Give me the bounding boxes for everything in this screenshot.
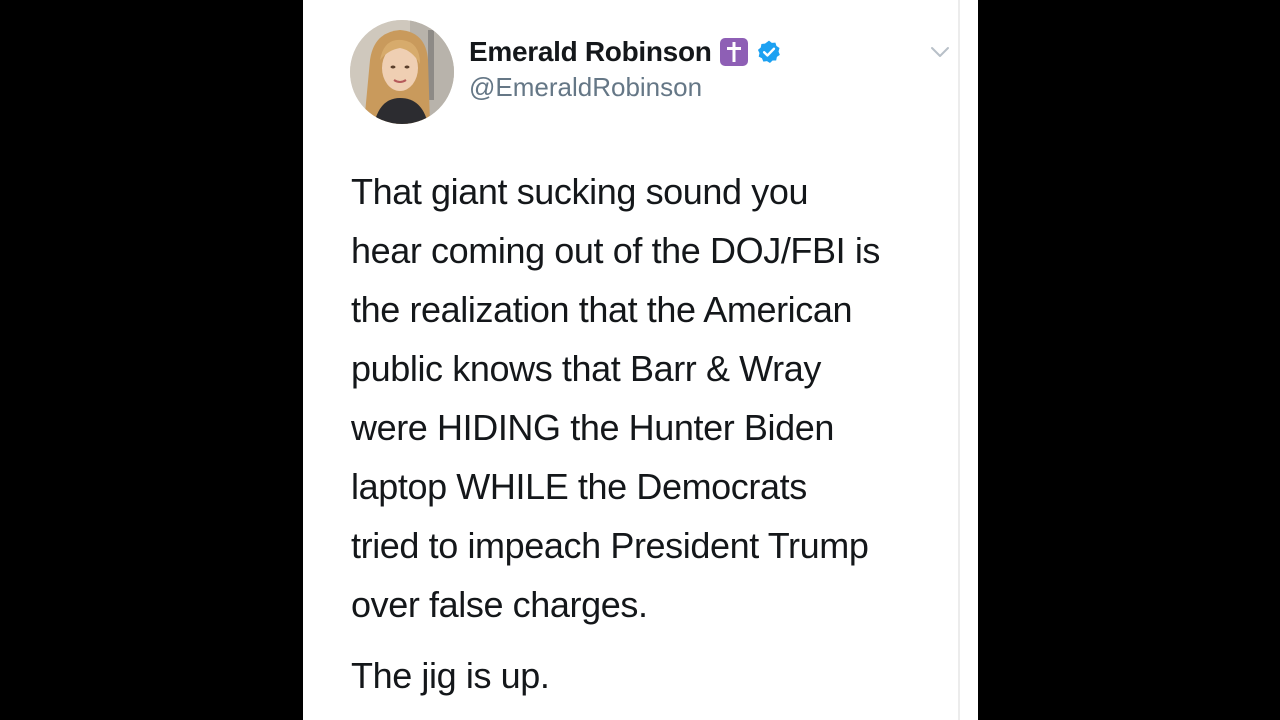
tweet-body-line: the realization that the American [351, 289, 853, 330]
tweet-body-line: hear coming out of the DOJ/FBI is [351, 230, 881, 271]
author-handle[interactable]: @EmeraldRobinson [469, 72, 702, 103]
video-frame: Emerald Robinson @EmeraldRobinson That g… [0, 0, 1280, 720]
tweet-body-line: tried to impeach President Trump [351, 525, 869, 566]
avatar-photo [350, 20, 454, 124]
display-name[interactable]: Emerald Robinson [469, 36, 712, 68]
tweet-body-line: laptop WHILE the Democrats [351, 466, 807, 507]
author-row: Emerald Robinson [469, 34, 782, 70]
tweet-body-line: public knows that Barr & Wray [351, 348, 821, 389]
latin-cross-icon [719, 38, 748, 66]
card-divider [958, 0, 960, 720]
verified-badge-icon [756, 39, 782, 65]
tweet-closing-line: The jig is up. [351, 655, 550, 696]
tweet-body-line: over false charges. [351, 584, 648, 625]
tweet-body-line: That giant sucking sound you [351, 171, 809, 212]
avatar[interactable] [350, 20, 454, 124]
tweet-body-line: were HIDING the Hunter Biden [351, 407, 835, 448]
tweet-card: Emerald Robinson @EmeraldRobinson That g… [303, 0, 978, 720]
chevron-down-icon[interactable] [929, 44, 951, 60]
tweet-body: That giant sucking sound you hear coming… [351, 162, 951, 634]
